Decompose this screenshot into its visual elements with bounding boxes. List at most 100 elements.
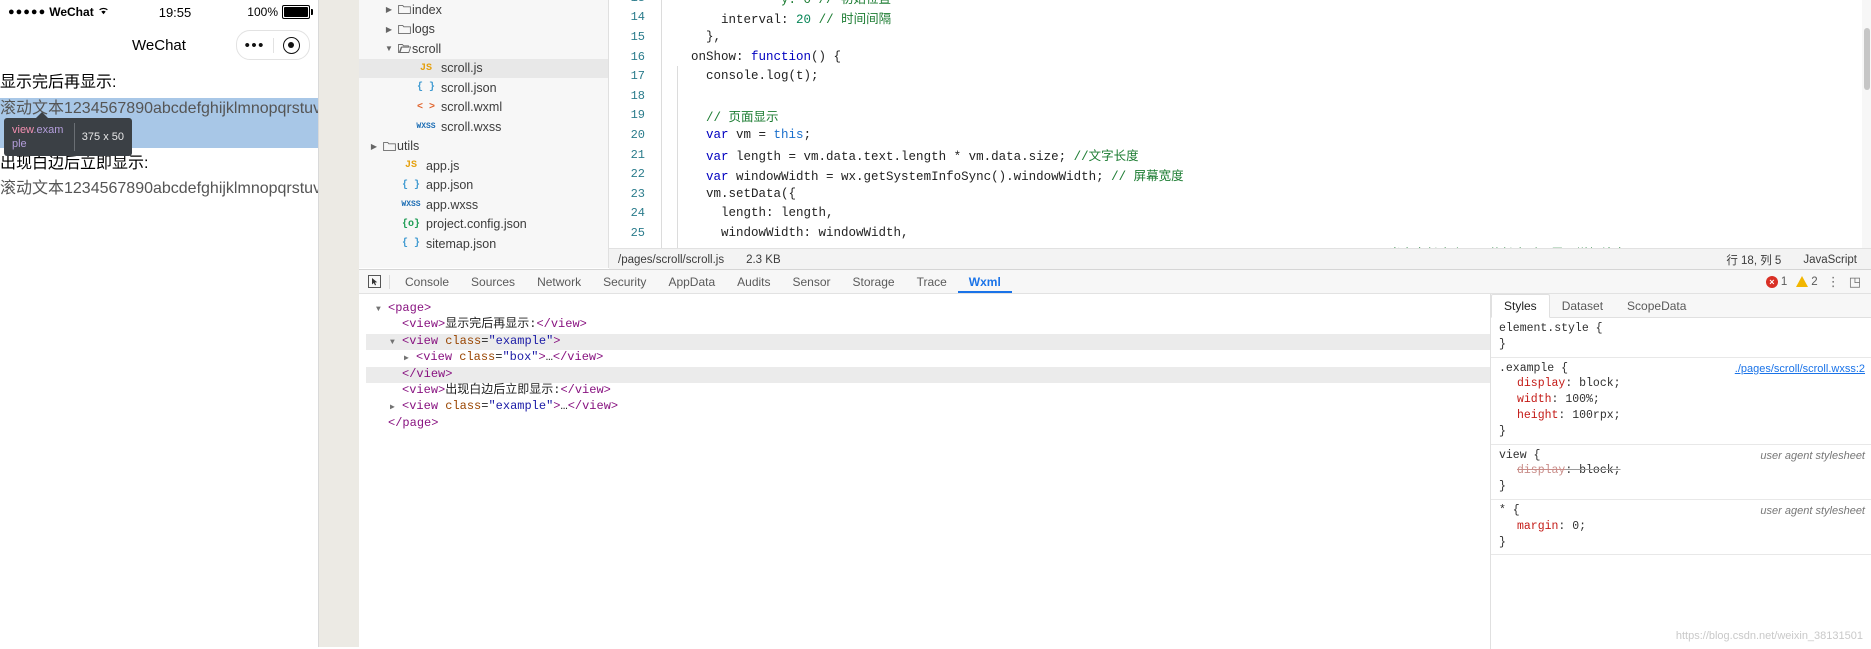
file-tree-item[interactable]: WXSS app.wxss [359,195,609,215]
code-line[interactable]: 24 length: length, [609,203,1871,224]
inspect-size: 375 x 50 [81,131,124,143]
close-target-icon[interactable] [274,36,310,54]
devtools-tab-audits[interactable]: Audits [726,271,781,293]
code-line[interactable]: 13 y: 0 // 初始位置 [609,0,1871,8]
file-tree-item[interactable]: ▶ logs [359,20,609,40]
more-dots-icon[interactable]: ••• [237,38,273,53]
code-line[interactable]: 18 [609,85,1871,106]
css-declaration[interactable]: height: 100rpx; [1491,408,1871,424]
inspect-cursor-icon[interactable] [359,275,389,288]
wxml-node[interactable]: <view>显示完后再显示:</view> [366,317,1490,333]
js-icon: JS [419,62,432,74]
file-tree-item[interactable]: WXSS scroll.wxss [359,117,609,137]
css-rule[interactable]: user agent stylesheet * {margin: 0;} [1491,500,1871,556]
marquee-example-2[interactable]: 滚动文本1234567890abcdefghijklmnopqrstuvmxyz [0,178,318,208]
css-rule-source[interactable]: ./pages/scroll/scroll.wxss:2 [1735,362,1865,378]
error-badge[interactable]: × 1 [1765,275,1787,288]
css-declaration[interactable]: margin: 0; [1491,519,1871,535]
file-tree-item-label: scroll.wxss [441,119,502,134]
indent-guides [657,46,691,67]
code-line[interactable]: 25 windowWidth: windowWidth, [609,223,1871,243]
chevron-right-icon[interactable]: ▶ [367,142,381,151]
file-tree-item[interactable]: < > scroll.wxml [359,98,609,118]
chevron-down-icon[interactable]: ▼ [382,44,396,53]
editor-cursor-position[interactable]: 行 18, 列 5 [1726,252,1781,268]
file-tree-item-label: scroll.json [441,80,497,95]
chevron-right-icon[interactable]: ▶ [382,5,396,14]
code-line[interactable]: 16 onShow: function() { [609,46,1871,67]
wxml-node[interactable]: ▶ <view class="box">…</view> [366,350,1490,366]
code-text: y: 0 // 初始位置 [781,0,892,8]
devtools-tab-network[interactable]: Network [526,271,592,293]
css-rule-close: } [1499,424,1506,438]
file-tree-item[interactable]: JS scroll.js [359,58,609,78]
css-rule[interactable]: element.style {} [1491,318,1871,358]
json-icon: { } [416,82,435,94]
wxml-node[interactable]: <view>出现白边后立即显示:</view> [366,383,1490,399]
page-label-1: 显示完后再显示: [0,74,117,91]
chevron-down-icon[interactable]: ▼ [390,338,395,347]
devtools-tab-appdata[interactable]: AppData [657,271,726,293]
file-tree-item[interactable]: { } sitemap.json [359,234,609,254]
styles-tab-styles[interactable]: Styles [1491,294,1550,318]
editor-language[interactable]: JavaScript [1803,254,1857,266]
file-tree-item[interactable]: ▼ scroll [359,39,609,59]
file-tree-item[interactable]: { } app.json [359,176,609,196]
devtools-tab-trace[interactable]: Trace [906,271,958,293]
css-declaration[interactable]: display: block; [1491,463,1871,479]
wxml-node[interactable]: ▼ <page> [366,301,1490,317]
styles-tab-scopedata[interactable]: ScopeData [1615,295,1698,317]
wxml-node[interactable]: ▶ <view class="example">…</view> [366,399,1490,415]
code-editor[interactable]: 13 y: 0 // 初始位置14 interval: 20 // 时间间隔15… [609,0,1871,248]
chevron-right-icon[interactable]: ▶ [390,403,395,412]
file-tree-item[interactable]: ▶ utils [359,137,609,157]
file-tree-item[interactable]: JS app.js [359,156,609,176]
code-line[interactable]: 14 interval: 20 // 时间间隔 [609,7,1871,28]
editor-scrollbar[interactable] [1862,0,1871,248]
json-icon: { } [401,179,420,191]
code-line[interactable]: 19 // 页面显示 [609,105,1871,126]
devtools-tab-sensor[interactable]: Sensor [782,271,842,293]
code-line[interactable]: 20 var vm = this; [609,125,1871,145]
styles-tab-dataset[interactable]: Dataset [1550,295,1615,317]
code-line[interactable]: 23 vm.setData({ [609,183,1871,204]
line-number: 15 [630,29,645,44]
kebab-menu-icon[interactable]: ⋮ [1827,274,1840,290]
file-tree-item[interactable]: {o} project.config.json [359,215,609,235]
capsule-button-group[interactable]: ••• [236,30,310,60]
css-rule-close: } [1499,480,1506,494]
chevron-down-icon[interactable]: ▼ [376,305,381,314]
chevron-right-icon[interactable]: ▶ [382,25,396,34]
css-declaration[interactable]: width: 100%; [1491,392,1871,408]
css-rule[interactable]: user agent stylesheet view {display: bloc… [1491,445,1871,500]
css-property-value: : 0; [1558,519,1587,533]
wxml-node[interactable]: ▼ <view class="example"> [366,333,1490,351]
code-text: windowWidth: windowWidth, [721,225,909,240]
code-line[interactable]: 17 console.log(t); [609,66,1871,86]
devtools-tab-security[interactable]: Security [592,271,657,293]
css-rule[interactable]: ./pages/scroll/scroll.wxss:2 .example {di… [1491,358,1871,445]
code-line[interactable]: 22 var windowWidth = wx.getSystemInfoSyn… [609,164,1871,184]
file-tree-item[interactable]: ▶ index [359,0,609,20]
chevron-right-icon[interactable]: ▶ [404,354,409,363]
wxml-node[interactable]: </view> [366,366,1490,384]
devtools-tab-console[interactable]: Console [394,271,460,293]
code-line[interactable]: 21 var length = vm.data.text.length * vm… [609,144,1871,165]
warning-badge[interactable]: 2 [1796,276,1818,288]
wxml-node[interactable]: </page> [366,416,1490,432]
devtools-panel: Console Sources Network Security AppData Audi… [359,269,1871,649]
folder-icon [396,4,412,15]
styles-rules-list[interactable]: element.style {} ./pages/scroll/scroll.wx… [1491,318,1871,649]
code-text: interval: 20 // 时间间隔 [721,12,892,27]
css-declaration[interactable]: display: block; [1491,376,1871,392]
devtools-tab-storage[interactable]: Storage [842,271,906,293]
dock-panel-icon[interactable]: ◳ [1849,274,1861,290]
devtools-tab-sources[interactable]: Sources [460,271,526,293]
css-property-value: : 100%; [1551,393,1600,407]
file-tree-item-label: app.json [426,178,474,193]
devtools-body: ▼ <page> <view>显示完后再显示:</view> ▼ <view cl… [359,294,1871,649]
wxml-tree-panel[interactable]: ▼ <page> <view>显示完后再显示:</view> ▼ <view cl… [359,294,1490,649]
devtools-tab-wxml[interactable]: Wxml [957,271,1012,293]
file-tree-item[interactable]: { } scroll.json [359,78,609,98]
code-line[interactable]: 15 }, [609,27,1871,47]
